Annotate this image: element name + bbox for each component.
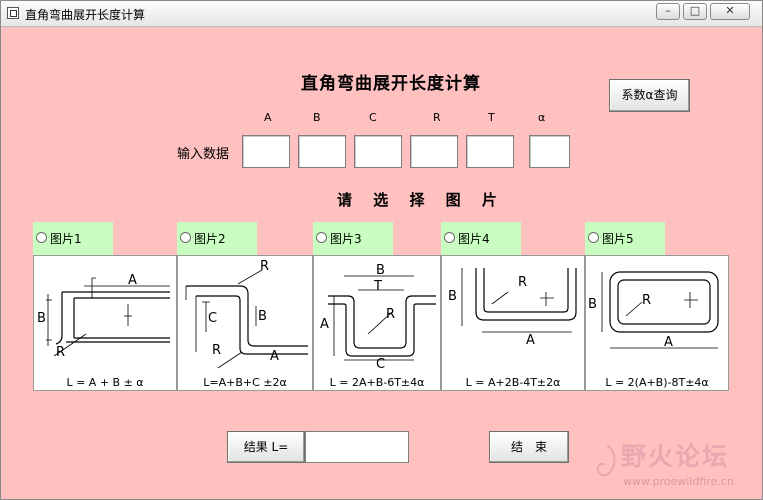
option-label: 图片2 [194, 232, 226, 246]
input-a[interactable] [242, 135, 290, 168]
radio-button[interactable] [444, 232, 455, 243]
radio-button[interactable] [180, 232, 191, 243]
label-r2: R [212, 343, 221, 358]
bend-diagram-1-drawing: A B R [37, 273, 170, 360]
label-a: A [320, 317, 329, 332]
option-picture-4[interactable]: 图片4 [441, 222, 521, 255]
input-b[interactable] [298, 135, 346, 168]
column-label-b: B [313, 111, 321, 124]
label-b: B [448, 289, 457, 304]
bend-diagram-4[interactable]: B R A L = A+2B-4T±2α [441, 255, 585, 391]
label-r: R [260, 259, 269, 274]
label-a: A [664, 335, 673, 350]
input-alpha[interactable] [529, 135, 570, 168]
bend-diagram-2[interactable]: R C B R A L=A+B+C ±2α [177, 255, 313, 391]
label-b: B [588, 297, 597, 312]
label-a: A [128, 273, 137, 288]
radio-button[interactable] [316, 232, 327, 243]
label-b: B [258, 309, 267, 324]
formula-3: L = 2A+B-6T±4α [329, 376, 425, 389]
label-b: B [37, 311, 46, 326]
column-label-t: T [488, 111, 495, 124]
close-button[interactable]: ✕ [710, 3, 750, 20]
label-b: B [376, 263, 385, 278]
result-label-button[interactable]: 结果 L= [227, 431, 305, 463]
label-r: R [642, 293, 651, 308]
formula-1: L = A + B ± α [66, 376, 144, 389]
app-window: 直角弯曲展开长度计算 – □ ✕ 直角弯曲展开长度计算 系数α查询 A B C … [0, 0, 763, 500]
title-bar: 直角弯曲展开长度计算 – □ ✕ [1, 1, 762, 27]
bend-diagram-4-drawing: B R A [448, 268, 577, 348]
option-picture-3[interactable]: 图片3 [313, 222, 393, 255]
label-a: A [526, 333, 535, 348]
bend-diagram-5-drawing: B R A [588, 271, 719, 350]
formula-2: L=A+B+C ±2α [203, 376, 287, 389]
label-r: R [386, 307, 395, 322]
column-label-alpha: α [538, 111, 546, 124]
option-label: 图片4 [458, 232, 490, 246]
input-t[interactable] [466, 135, 514, 168]
watermark-logo-icon [596, 444, 616, 477]
option-label: 图片3 [330, 232, 362, 246]
end-button[interactable]: 结 束 [489, 431, 569, 463]
select-picture-heading: 请 选 择 图 片 [337, 191, 505, 209]
watermark: 野火论坛 www.proewildfire.cn [593, 437, 761, 495]
option-picture-1[interactable]: 图片1 [33, 222, 113, 255]
label-r: R [56, 345, 65, 360]
option-picture-2[interactable]: 图片2 [177, 222, 257, 255]
bend-diagram-2-drawing: R C B R A [185, 259, 308, 369]
watermark-text: 野火论坛 [621, 442, 730, 471]
radio-button[interactable] [36, 232, 47, 243]
input-c[interactable] [354, 135, 402, 168]
option-label: 图片1 [50, 232, 82, 246]
column-label-r: R [433, 111, 441, 124]
bend-diagram-1[interactable]: A B R L = A + B ± α [33, 255, 177, 391]
label-r: R [518, 275, 527, 290]
bend-diagram-5[interactable]: B R A L = 2(A+B)-8T±4α [585, 255, 729, 391]
main-title: 直角弯曲展开长度计算 [301, 74, 481, 94]
formula-4: L = A+2B-4T±2α [465, 376, 561, 389]
label-c: C [208, 311, 217, 326]
coefficient-query-button[interactable]: 系数α查询 [609, 79, 690, 112]
label-c: C [376, 357, 385, 372]
minimize-button[interactable]: – [656, 3, 680, 20]
label-t: T [373, 279, 382, 294]
option-label: 图片5 [602, 232, 634, 246]
bend-diagram-3[interactable]: B T A R C L = 2A+B-6T±4α [313, 255, 441, 391]
window-title: 直角弯曲展开长度计算 [25, 8, 146, 22]
column-label-c: C [369, 111, 377, 124]
input-data-label: 输入数据 [177, 147, 230, 162]
option-picture-5[interactable]: 图片5 [585, 222, 665, 255]
bend-diagram-3-drawing: B T A R C [320, 263, 436, 372]
input-r[interactable] [410, 135, 458, 168]
watermark-url: www.proewildfire.cn [623, 475, 734, 488]
label-a: A [270, 349, 279, 364]
formula-5: L = 2(A+B)-8T±4α [605, 376, 709, 389]
app-icon [7, 7, 19, 19]
maximize-button[interactable]: □ [683, 3, 707, 20]
radio-button[interactable] [588, 232, 599, 243]
column-label-a: A [264, 111, 272, 124]
result-field[interactable] [305, 431, 409, 463]
